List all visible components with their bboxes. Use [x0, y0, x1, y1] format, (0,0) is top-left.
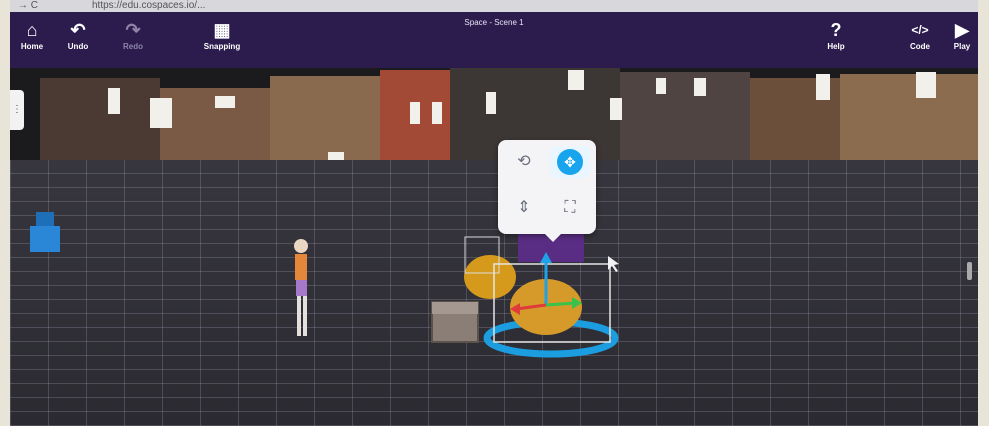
- lift-icon: ⇕: [517, 199, 531, 216]
- scale-icon: ⛶: [564, 199, 576, 216]
- girl-character[interactable]: [294, 239, 308, 336]
- rotate-tool-button[interactable]: ⟲: [504, 146, 544, 178]
- scroll-handle[interactable]: [967, 262, 972, 280]
- move-icon: ✥: [557, 149, 583, 175]
- scene-objects: [30, 212, 619, 358]
- transform-tools-popup: ⟲ ✥ ⇕ ⛶: [498, 140, 596, 234]
- scale-tool-button[interactable]: ⛶: [550, 192, 590, 224]
- side-panel-toggle[interactable]: ⋮: [10, 90, 24, 130]
- rotate-icon: ⟲: [517, 153, 531, 170]
- pumpkin-back[interactable]: [464, 236, 516, 299]
- device-screen: → C https://edu.cospaces.io/... ⌂ Home ↶…: [10, 0, 978, 426]
- popup-pointer: [545, 234, 561, 242]
- treasure-chest[interactable]: [431, 301, 479, 343]
- lift-tool-button[interactable]: ⇕: [504, 192, 544, 224]
- blue-object[interactable]: [30, 212, 60, 252]
- move-tool-button[interactable]: ✥: [550, 146, 590, 178]
